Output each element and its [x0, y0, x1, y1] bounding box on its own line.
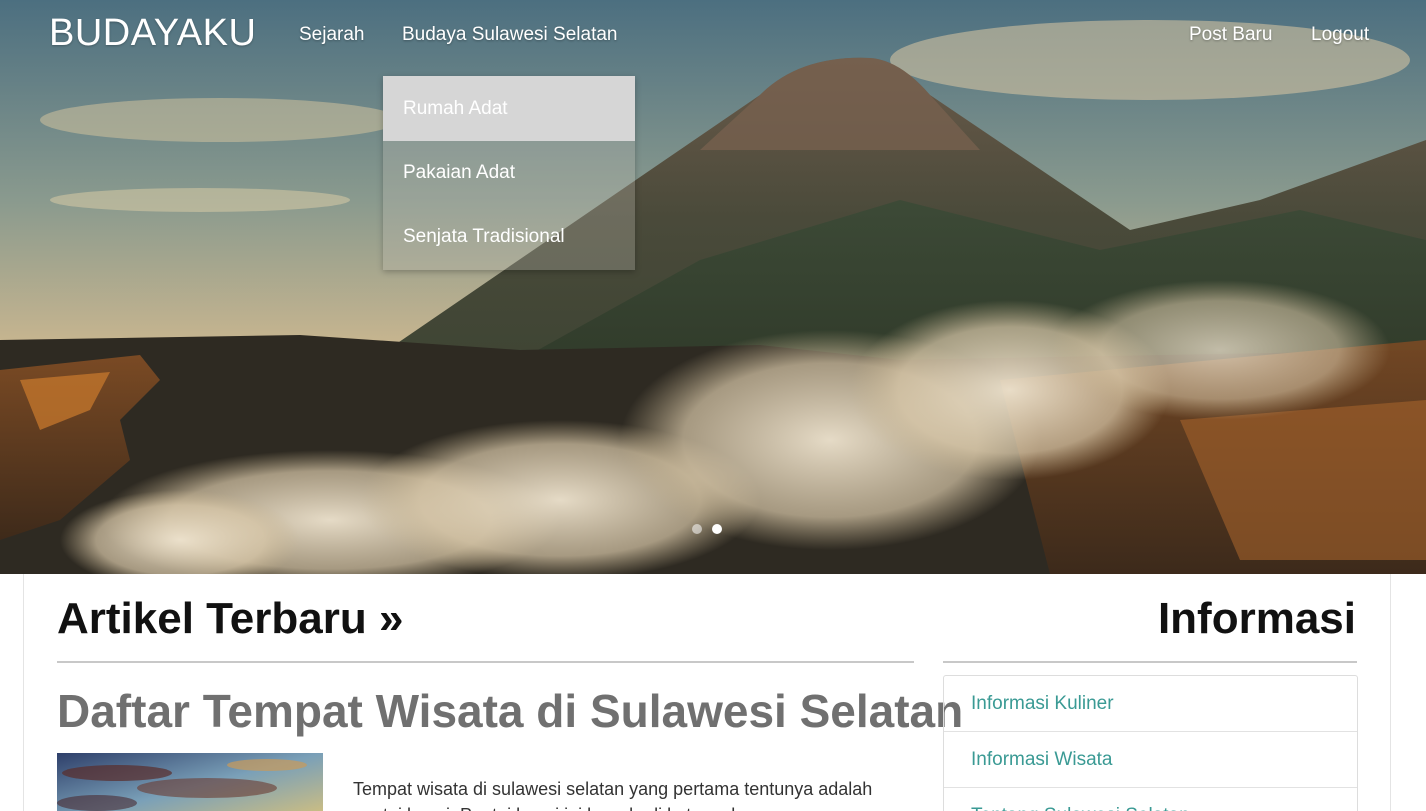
mountain-landscape-image [0, 0, 1426, 574]
sunset-clouds-image [57, 753, 323, 811]
dropdown-item-rumah-adat[interactable]: Rumah Adat [383, 76, 635, 141]
dropdown-item-senjata-tradisional[interactable]: Senjata Tradisional [383, 205, 635, 269]
info-link-kuliner[interactable]: Informasi Kuliner [944, 676, 1357, 732]
section-divider [57, 661, 914, 663]
sidebar-title-informasi: Informasi [1157, 594, 1356, 643]
nav-link-post-baru[interactable]: Post Baru [1189, 24, 1272, 46]
nav-link-logout[interactable]: Logout [1311, 24, 1369, 46]
info-link-tentang-sulsel[interactable]: Tentang Sulawesi Selatan [944, 788, 1357, 811]
section-title-artikel-terbaru[interactable]: Artikel Terbaru » [57, 594, 403, 644]
carousel-indicator[interactable] [692, 524, 702, 534]
top-navbar: BUDAYAKU Sejarah Budaya Sulawesi Selatan… [0, 0, 1426, 70]
info-link-wisata[interactable]: Informasi Wisata [944, 732, 1357, 788]
post-title[interactable]: Daftar Tempat Wisata di Sulawesi Selatan [57, 684, 963, 738]
nav-link-sejarah[interactable]: Sejarah [299, 24, 365, 46]
informasi-list: Informasi Kuliner Informasi Wisata Tenta… [943, 675, 1358, 811]
nav-link-budaya-sulawesi-selatan[interactable]: Budaya Sulawesi Selatan [402, 24, 617, 46]
budaya-dropdown-menu: Rumah Adat Pakaian Adat Senjata Tradisio… [383, 76, 635, 270]
carousel-indicator-active[interactable] [712, 524, 722, 534]
post-thumbnail-image[interactable] [57, 753, 323, 811]
brand-logo[interactable]: BUDAYAKU [49, 12, 256, 55]
dropdown-item-pakaian-adat[interactable]: Pakaian Adat [383, 141, 635, 205]
sidebar-divider [943, 661, 1357, 663]
post-excerpt: Tempat wisata di sulawesi selatan yang p… [353, 779, 873, 811]
hero-carousel [0, 0, 1426, 574]
